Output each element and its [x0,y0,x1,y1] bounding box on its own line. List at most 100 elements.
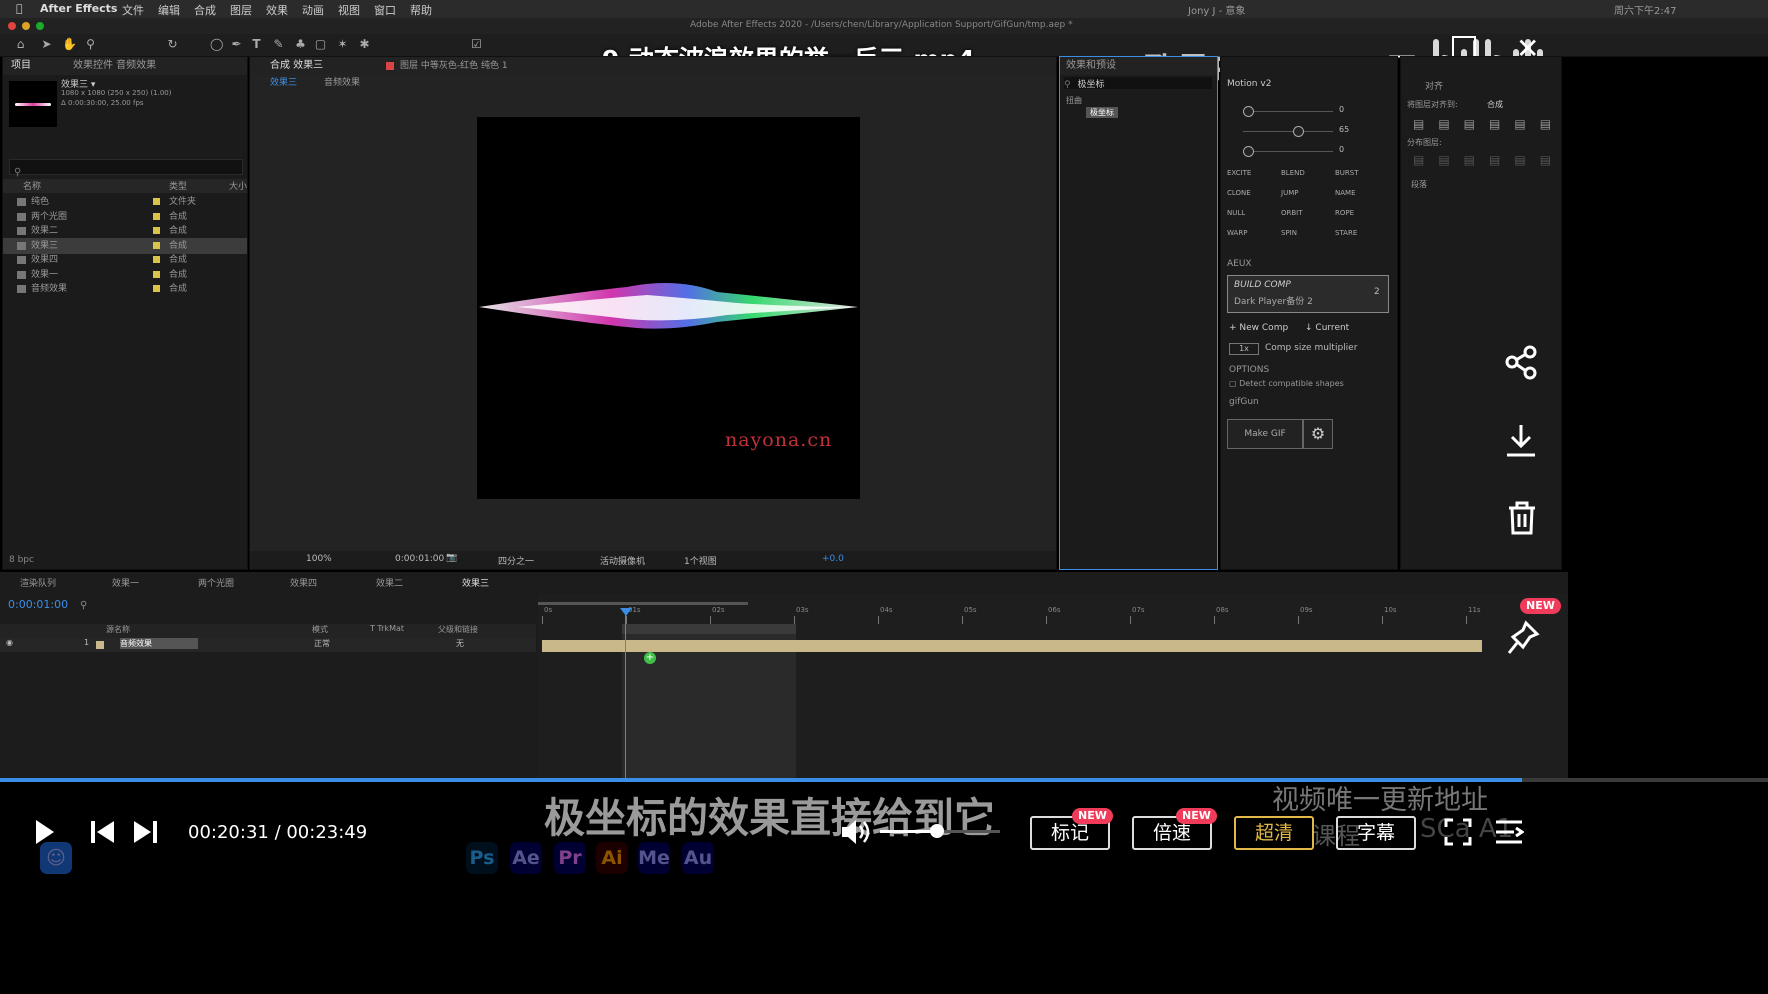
pin-icon[interactable] [1506,620,1540,660]
dock-aftereffects-icon[interactable]: Ae [510,842,542,874]
dock-premiere-icon[interactable]: Pr [554,842,586,874]
timeline-tab[interactable]: 两个光圈 [198,576,234,589]
align-panel-title[interactable]: 对齐 [1425,79,1443,92]
menu-window[interactable]: 窗口 [374,2,396,18]
playlist-icon[interactable] [1494,818,1525,850]
rotate-tool-icon[interactable]: ↻ [166,38,179,51]
timeline-current-time[interactable]: 0:00:01:00 [8,598,68,611]
comp-time-display[interactable]: 0:00:01:00 [395,554,444,564]
share-icon[interactable] [1504,344,1540,384]
timeline-tab[interactable]: 效果四 [290,576,317,589]
make-gif-button[interactable]: Make GIF [1227,419,1303,449]
minimize-window-button[interactable] [22,22,30,30]
motion-button-blend[interactable]: BLEND [1281,169,1305,177]
align-to-select[interactable]: 合成 [1487,99,1503,110]
visibility-eye-icon[interactable]: ◉ [6,638,13,647]
breadcrumb-current[interactable]: 效果三 [270,75,297,88]
label-color[interactable] [153,212,160,220]
dock-photoshop-icon[interactable]: Ps [466,842,498,874]
layer-name[interactable]: 音频效果 [120,638,198,649]
resolution-select[interactable]: 四分之一 [498,554,534,567]
next-icon[interactable] [132,820,158,848]
tab-layer[interactable]: 图层 中等灰色-红色 纯色 1 [400,57,508,75]
paragraph-tab[interactable]: 段落 [1411,179,1427,190]
zoom-select[interactable]: 100% [306,554,332,564]
layer-label-color[interactable] [96,641,104,649]
subtitle-button[interactable]: 字幕 [1336,816,1416,850]
close-window-button[interactable] [8,22,16,30]
options-label[interactable]: OPTIONS [1229,365,1269,375]
tab-composition[interactable]: 合成 效果三 [270,57,323,75]
motion-button-excite[interactable]: EXCITE [1227,169,1251,177]
breadcrumb-next[interactable]: 音频效果 [324,75,360,88]
motion-button-orbit[interactable]: ORBIT [1281,209,1303,217]
effects-search-input[interactable]: ⚲ 极坐标 [1064,77,1212,90]
effects-group-distort[interactable]: 扭曲 [1066,95,1082,106]
menu-edit[interactable]: 编辑 [158,2,180,18]
current-button[interactable]: ↓ Current [1305,323,1349,333]
timeline-search-icon[interactable]: ⚲ [80,600,87,611]
build-comp-button[interactable]: BUILD COMP Dark Player备份 2 2 [1227,275,1389,313]
eraser-tool-icon[interactable]: ▢ [314,38,327,51]
column-mode[interactable]: 模式 [312,624,328,635]
snapshot-icon[interactable]: 📷 [446,553,457,563]
slider-handle-3[interactable] [1243,146,1254,157]
detect-shapes-checkbox[interactable]: ▢ Detect compatible shapes [1229,379,1344,388]
gif-settings-gear-icon[interactable]: ⚙ [1303,419,1333,449]
comp-viewer-canvas[interactable]: nayona.cn [477,117,860,499]
column-trkmat[interactable]: T TrkMat [370,624,404,633]
views-select[interactable]: 1个视图 [684,554,717,567]
label-color[interactable] [153,270,160,278]
stamp-tool-icon[interactable]: ♣ [294,38,307,51]
apple-icon[interactable]:  [16,2,23,15]
align-buttons-row[interactable]: ▤▤▤▤▤▤ [1413,117,1565,131]
menubar-user[interactable]: Jony J - 意象 [1188,2,1245,17]
label-color[interactable] [153,241,160,249]
project-search-input[interactable]: ⚲ [9,159,243,178]
menu-file[interactable]: 文件 [122,2,144,18]
timeline-layer-row[interactable]: ◉ 1 音频效果 正常 无 [0,638,536,652]
dock-illustrator-icon[interactable]: Ai [596,842,628,874]
menu-effect[interactable]: 效果 [266,2,288,18]
column-type[interactable]: 类型 [169,179,187,192]
column-size[interactable]: 大小 [229,179,247,192]
previous-icon[interactable] [90,820,116,848]
play-icon[interactable] [34,818,56,850]
column-parent[interactable]: 父级和链接 [438,624,478,635]
roto-brush-icon[interactable]: ✶ [336,38,349,51]
layer-mode-select[interactable]: 正常 [314,638,330,649]
menu-animation[interactable]: 动画 [302,2,324,18]
exposure-value[interactable]: +0.0 [822,554,844,564]
motion-button-stare[interactable]: STARE [1335,229,1357,237]
motion-button-burst[interactable]: BURST [1335,169,1359,177]
effects-panel-title[interactable]: 效果和预设 [1066,57,1116,75]
motion-version[interactable]: Motion v2 [1227,79,1271,89]
menu-help[interactable]: 帮助 [410,2,432,18]
menu-view[interactable]: 视图 [338,2,360,18]
label-color[interactable] [153,256,160,263]
zoom-tool-icon[interactable]: ⚲ [84,38,97,51]
timeline-tab[interactable]: 效果二 [376,576,403,589]
timeline-track-area[interactable]: 0s 01s 02s 03s 04s 05s 06s 07s 08s 09s 10s 11s + [538,594,1568,780]
bpc-indicator[interactable]: 8 bpc [9,555,34,565]
timeline-tab[interactable]: 效果三 [462,576,489,589]
work-area-bar[interactable] [538,602,748,605]
tab-effect-controls[interactable]: 效果控件 音频效果 [73,57,156,75]
download-icon[interactable] [1504,422,1538,462]
project-item[interactable]: 音频效果 合成 [3,281,247,297]
snap-checkbox-icon[interactable]: ☑ [470,38,483,51]
current-time-indicator[interactable] [625,612,626,780]
new-comp-button[interactable]: + New Comp [1229,323,1288,333]
motion-button-warp[interactable]: WARP [1227,229,1247,237]
label-color[interactable] [153,285,160,292]
motion-button-name[interactable]: NAME [1335,189,1356,197]
menu-layer[interactable]: 图层 [230,2,252,18]
hand-tool-icon[interactable]: ✋ [62,38,77,51]
layer-parent-select[interactable]: 无 [456,638,464,649]
motion-button-null[interactable]: NULL [1227,209,1245,217]
brush-tool-icon[interactable]: ✎ [272,38,285,51]
column-name[interactable]: 名称 [23,179,41,192]
puppet-tool-icon[interactable]: ✱ [358,38,371,51]
text-tool-icon[interactable]: T [250,38,263,51]
ellipse-tool-icon[interactable]: ◯ [210,38,223,51]
